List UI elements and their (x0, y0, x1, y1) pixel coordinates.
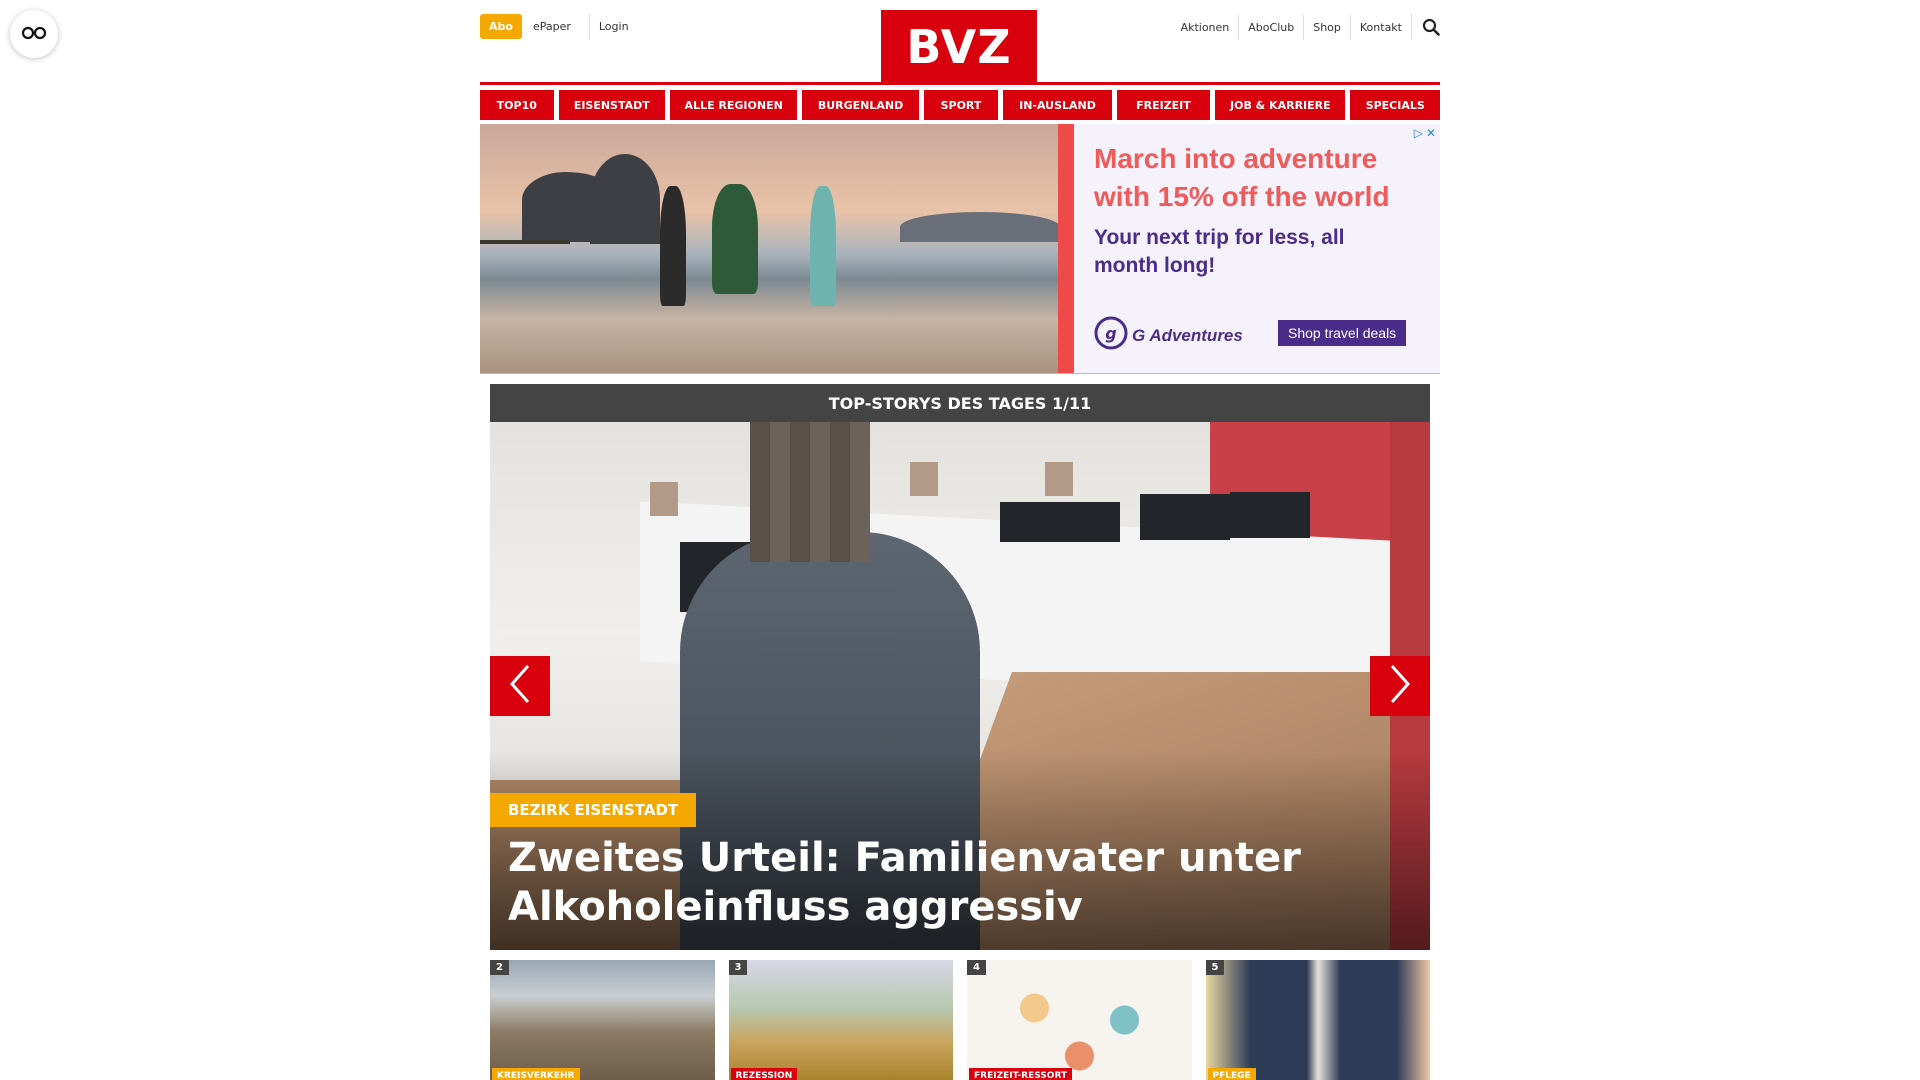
story-thumb[interactable]: 4 FREIZEIT-RESSORT (967, 960, 1192, 1080)
ad-brand-logo: g G Adventures (1094, 316, 1243, 355)
aboclub-link[interactable]: AboClub (1238, 14, 1303, 40)
carousel-prev-button[interactable] (490, 656, 550, 716)
chevron-right-icon (1388, 664, 1412, 708)
ad-brand-name: G Adventures (1132, 325, 1243, 345)
epaper-link[interactable]: ePaper (524, 14, 580, 39)
nav-item-job-karriere[interactable]: JOB & KARRIERE (1215, 90, 1346, 120)
nav-item-freizeit[interactable]: FREIZEIT (1116, 90, 1211, 120)
header-divider (480, 82, 1440, 85)
g-adventures-icon: g (1094, 316, 1128, 355)
login-link[interactable]: Login (588, 14, 638, 39)
nav-item-eisenstadt[interactable]: EISENSTADT (558, 90, 666, 120)
nav-item-burgenland[interactable]: BURGENLAND (802, 90, 919, 120)
header-left-links: Abo ePaper Login (480, 14, 638, 39)
story-category-tag: KREISVERKEHR (492, 1068, 580, 1080)
kontakt-link[interactable]: Kontakt (1349, 14, 1411, 40)
chevron-left-icon (508, 664, 532, 708)
nav-item-sport[interactable]: SPORT (923, 90, 999, 120)
accessibility-toggle-button[interactable] (10, 10, 58, 58)
aktionen-link[interactable]: Aktionen (1172, 15, 1239, 40)
story-category-tag: PFLEGE (1207, 1068, 1256, 1080)
story-thumbnails: 2 KREISVERKEHR 3 REZESSION 4 FREIZEIT-RE… (490, 960, 1430, 1080)
story-number: 2 (490, 960, 509, 975)
abo-button[interactable]: Abo (480, 14, 522, 39)
svg-text:g: g (1105, 324, 1116, 343)
nav-item-top10[interactable]: TOP10 (480, 90, 554, 120)
ad-close-icon[interactable]: ✕ (1426, 126, 1436, 140)
ad-beach-photo (480, 124, 1058, 373)
hero-story[interactable]: BEZIRK EISENSTADT Zweites Urteil: Famili… (490, 422, 1430, 950)
main-navigation: TOP10 EISENSTADT ALLE REGIONEN BURGENLAN… (480, 90, 1440, 120)
ad-copy-panel: March into adventure with 15% off the wo… (1074, 124, 1440, 373)
story-thumb[interactable]: 5 PFLEGE (1205, 960, 1430, 1080)
ad-accent-stripe (1058, 124, 1074, 373)
page-container: Abo ePaper Login BVZ Aktionen AboClub Sh… (480, 0, 1440, 1080)
hero-category-tag[interactable]: BEZIRK EISENSTADT (490, 793, 697, 827)
top-stories-heading: TOP-STORYS DES TAGES 1/11 (490, 384, 1430, 422)
nav-item-in-ausland[interactable]: IN-AUSLAND (1003, 90, 1112, 120)
story-number: 4 (967, 960, 986, 975)
glasses-icon (21, 25, 47, 44)
story-thumb[interactable]: 3 REZESSION (728, 960, 953, 1080)
story-number: 3 (728, 960, 748, 975)
story-category-tag: REZESSION (730, 1068, 798, 1080)
advertisement-banner[interactable]: March into adventure with 15% off the wo… (480, 124, 1440, 374)
story-number: 5 (1205, 960, 1225, 975)
top-stories-section: TOP-STORYS DES TAGES 1/11 BEZIRK EISENST… (490, 384, 1430, 950)
search-icon[interactable] (1411, 14, 1440, 40)
site-logo[interactable]: BVZ (881, 10, 1037, 84)
nav-item-alle-regionen[interactable]: ALLE REGIONEN (670, 90, 798, 120)
header-right-links: Aktionen AboClub Shop Kontakt (1172, 14, 1440, 40)
carousel-next-button[interactable] (1370, 656, 1430, 716)
ad-subline: Your next trip for less, all month long! (1094, 226, 1345, 277)
ad-headline: March into adventure with 15% off the wo… (1094, 143, 1390, 212)
ad-cta-button[interactable]: Shop travel deals (1278, 320, 1407, 346)
hero-headline[interactable]: Zweites Urteil: Familienvater unter Alko… (508, 834, 1368, 932)
nav-item-specials[interactable]: SPECIALS (1350, 90, 1440, 120)
ad-choices[interactable]: ▷ ✕ (1414, 126, 1436, 140)
story-thumb[interactable]: 2 KREISVERKEHR (490, 960, 715, 1080)
site-header: Abo ePaper Login BVZ Aktionen AboClub Sh… (480, 0, 1440, 85)
pixelated-face (750, 422, 870, 562)
ad-info-icon[interactable]: ▷ (1414, 126, 1423, 140)
story-category-tag: FREIZEIT-RESSORT (969, 1068, 1073, 1080)
shop-link[interactable]: Shop (1303, 14, 1350, 40)
